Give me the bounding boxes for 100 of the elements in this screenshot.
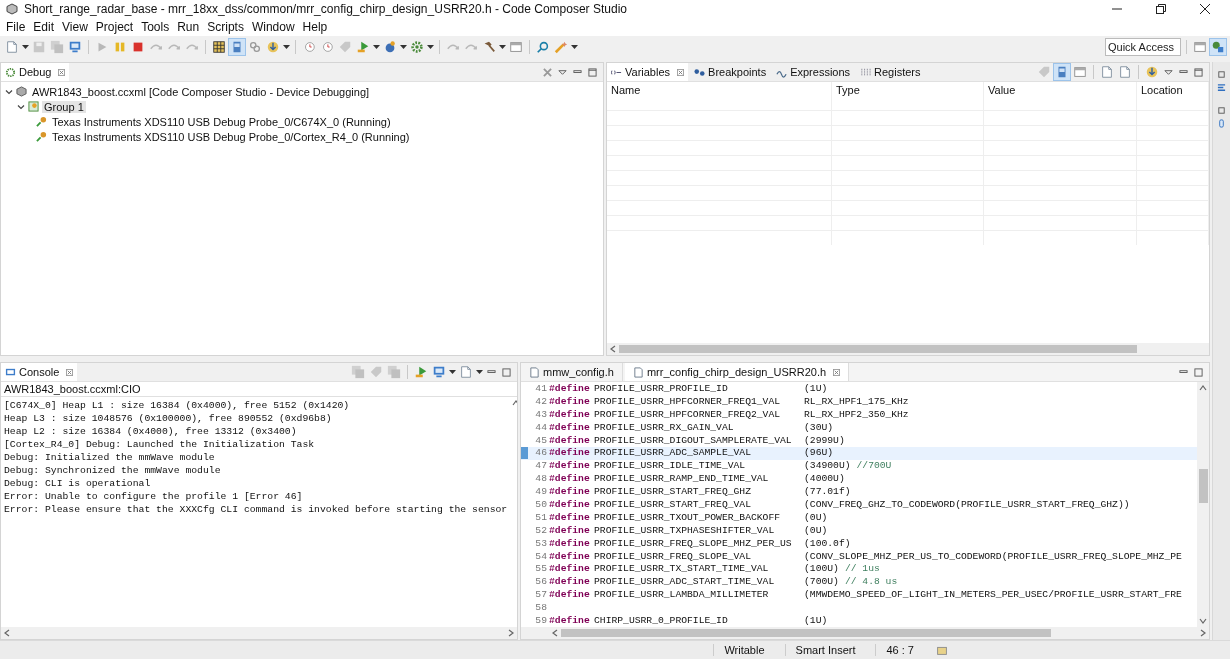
horizontal-scrollbar[interactable] bbox=[521, 627, 1209, 639]
gear-icon[interactable] bbox=[409, 39, 425, 55]
caret-icon[interactable] bbox=[400, 45, 407, 49]
column-header[interactable]: Value bbox=[984, 82, 1137, 110]
scrollbar-thumb[interactable] bbox=[619, 345, 1137, 353]
view-tab[interactable]: Variables bbox=[607, 63, 689, 81]
column-header[interactable]: Location bbox=[1137, 82, 1209, 110]
code-value: (1U) bbox=[804, 383, 828, 396]
code-value: (700U) bbox=[804, 576, 839, 590]
code-keyword: #define bbox=[549, 486, 591, 499]
column-header[interactable]: Name bbox=[607, 82, 832, 110]
code-comment: // 4.8 us bbox=[844, 576, 898, 590]
caret-icon[interactable] bbox=[283, 45, 290, 49]
link-icon[interactable] bbox=[247, 39, 263, 55]
view-tab[interactable]: Debug bbox=[1, 63, 70, 81]
tree-item[interactable]: Group 1 bbox=[42, 100, 86, 113]
horizontal-scrollbar[interactable] bbox=[1, 627, 517, 639]
chip-icon[interactable] bbox=[1054, 64, 1070, 80]
tree-item[interactable]: Texas Instruments XDS110 USB Debug Probe_0/C674X_0 (Running) bbox=[50, 115, 393, 128]
window-icon[interactable] bbox=[1072, 64, 1088, 80]
menu-item[interactable]: Tools bbox=[137, 20, 174, 34]
close-icon[interactable] bbox=[1200, 4, 1210, 14]
bug-icon bbox=[5, 66, 16, 78]
maximize-icon[interactable] bbox=[588, 67, 597, 77]
caret-icon[interactable] bbox=[22, 45, 29, 49]
caret-icon[interactable] bbox=[499, 45, 506, 49]
caret-icon[interactable] bbox=[449, 370, 456, 374]
view-tab[interactable]: Expressions bbox=[772, 63, 855, 81]
caret-icon[interactable] bbox=[373, 45, 380, 49]
run-icon[interactable] bbox=[413, 364, 429, 380]
menu-item[interactable]: File bbox=[2, 20, 30, 34]
code-identifier: PROFILE_USRR_ADC_START_TIME_VAL bbox=[594, 576, 776, 590]
search-icon[interactable] bbox=[535, 39, 551, 55]
view-tab[interactable]: Registers bbox=[856, 63, 925, 81]
console-line: Error: Unable to configure the profile 1 [Error 46] bbox=[4, 490, 304, 503]
code-identifier: PROFILE_USRR_DIGOUT_SAMPLERATE_VAL bbox=[594, 434, 793, 448]
remove-icon[interactable] bbox=[543, 67, 552, 77]
line-number: 57 bbox=[534, 589, 547, 603]
chevron-icon[interactable] bbox=[17, 102, 25, 111]
vertical-scrollbar[interactable] bbox=[1197, 382, 1209, 627]
registers-icon bbox=[860, 66, 872, 78]
view-tab[interactable]: Breakpoints bbox=[690, 63, 771, 81]
line-number: 44 bbox=[534, 421, 547, 435]
code-value: (0U) bbox=[804, 524, 828, 538]
maximize-icon[interactable] bbox=[502, 367, 511, 377]
line-number: 42 bbox=[534, 395, 547, 409]
restore-icon[interactable] bbox=[1156, 4, 1166, 14]
code-comment: // 1us bbox=[844, 563, 880, 577]
menu-item[interactable]: Edit bbox=[29, 20, 59, 34]
view-menu-icon[interactable] bbox=[558, 67, 567, 77]
perspective-icon[interactable] bbox=[1210, 39, 1226, 55]
outline-icon[interactable] bbox=[1217, 83, 1226, 92]
editor-tab[interactable]: mrr_config_chirp_design_USRR20.h bbox=[624, 363, 850, 381]
caret-icon[interactable] bbox=[571, 45, 578, 49]
code-value: (1U) bbox=[804, 615, 828, 627]
menu-item[interactable]: View bbox=[58, 20, 92, 34]
monitor-icon[interactable] bbox=[431, 364, 447, 380]
monitor-icon[interactable] bbox=[67, 39, 83, 55]
console-line: Heap L2 : size 16384 (0x4000), free 13312 (0x3400) bbox=[4, 425, 298, 438]
tree-item[interactable]: Texas Instruments XDS110 USB Debug Probe_0/Cortex_R4_0 (Running) bbox=[50, 130, 412, 143]
menu-item[interactable]: Window bbox=[247, 20, 299, 34]
line-number: 43 bbox=[534, 408, 547, 422]
tree-item[interactable]: AWR1843_boost.ccxml [Code Composer Studio - Device Debugging] bbox=[30, 85, 372, 98]
code-value: (100.0f) bbox=[804, 537, 851, 551]
menu-item[interactable]: Scripts bbox=[203, 20, 248, 34]
menu-item[interactable]: Run bbox=[173, 20, 204, 34]
scrollbar-thumb[interactable] bbox=[561, 629, 1051, 637]
code-value: (2999U) bbox=[804, 434, 845, 448]
maximize-icon[interactable] bbox=[1194, 367, 1203, 377]
view-menu-icon[interactable] bbox=[1164, 67, 1173, 77]
maximize-icon[interactable] bbox=[1194, 67, 1203, 77]
download-icon[interactable] bbox=[265, 39, 281, 55]
new-file-icon[interactable] bbox=[1099, 64, 1115, 80]
thread-icon bbox=[36, 131, 47, 142]
caret-icon[interactable] bbox=[427, 45, 434, 49]
window-icon[interactable] bbox=[1192, 39, 1208, 55]
chevron-icon[interactable] bbox=[5, 87, 13, 96]
line-number: 54 bbox=[534, 550, 547, 564]
grid-icon[interactable] bbox=[211, 39, 227, 55]
download-icon[interactable] bbox=[1144, 64, 1160, 80]
new-file-icon[interactable] bbox=[1117, 64, 1133, 80]
caret-icon[interactable] bbox=[476, 370, 483, 374]
quick-access-field[interactable]: Quick Access bbox=[1105, 38, 1181, 56]
column-header[interactable]: Type bbox=[832, 82, 984, 110]
code-value: (96U) bbox=[804, 447, 834, 461]
horizontal-scrollbar[interactable] bbox=[607, 343, 1209, 355]
scrollbar-thumb[interactable] bbox=[1198, 469, 1208, 503]
code-identifier: PROFILE_USRR_ADC_SAMPLE_VAL bbox=[594, 447, 752, 461]
view-tab[interactable]: Console bbox=[1, 363, 78, 381]
menu-item[interactable]: Help bbox=[298, 20, 332, 34]
code-keyword: #define bbox=[549, 563, 591, 577]
console-line: [C674X_0] Heap L1 : size 16384 (0x4000), free 5152 (0x1420) bbox=[4, 399, 351, 412]
code-identifier: CHIRP_USRR_0_PROFILE_ID bbox=[594, 615, 729, 627]
chip-icon[interactable] bbox=[229, 39, 245, 55]
memory-icon[interactable] bbox=[1217, 119, 1226, 128]
menu-item[interactable]: Project bbox=[91, 20, 138, 34]
console-line: Heap L3 : size 1048576 (0x100000), free 890552 (0xd96b8) bbox=[4, 412, 333, 425]
editor-tab[interactable]: mmw_config.h bbox=[521, 363, 623, 381]
code-identifier: PROFILE_USRR_START_FREQ_VAL bbox=[594, 499, 752, 512]
code-comment: //700U bbox=[856, 460, 892, 474]
